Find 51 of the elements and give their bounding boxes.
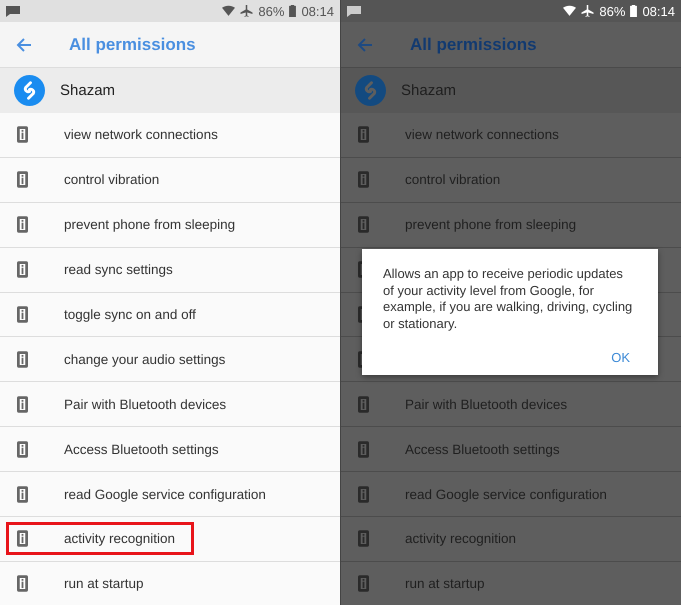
info-icon	[358, 216, 369, 234]
info-icon	[17, 575, 28, 592]
info-icon	[358, 575, 369, 592]
permission-label[interactable]: run at startup	[64, 576, 144, 592]
battery-icon	[630, 5, 638, 17]
clock: 08:14	[642, 4, 675, 18]
info-icon	[17, 171, 28, 188]
app-name: Shazam	[60, 82, 116, 99]
dialog-message: Allows an app to receive periodic updates of your activity level from Google, for example, if you are walking, driving, cycling or stationary.	[383, 266, 634, 332]
info-icon	[17, 440, 28, 458]
permission-label[interactable]: read sync settings	[64, 262, 173, 278]
info-icon	[17, 396, 28, 413]
info-icon	[17, 306, 28, 323]
permission-label[interactable]: Access Bluetooth settings	[64, 442, 219, 457]
page-title: All permissions	[69, 34, 196, 54]
info-icon	[17, 126, 28, 144]
battery-percent: 86%	[258, 4, 284, 18]
ok-button[interactable]: OK	[605, 346, 636, 369]
permission-label[interactable]: view network connections	[64, 127, 218, 142]
info-icon	[17, 216, 28, 234]
info-icon	[17, 530, 28, 548]
battery-percent: 86%	[599, 4, 626, 18]
permission-label[interactable]: read Google service configuration	[64, 486, 266, 502]
info-icon	[358, 171, 369, 188]
app-name: Shazam	[401, 82, 456, 99]
page-title: All permissions	[410, 34, 537, 54]
permission-label[interactable]: change your audio settings	[64, 352, 226, 367]
permission-label[interactable]: Pair with Bluetooth devices	[64, 396, 226, 412]
info-icon	[17, 350, 28, 368]
info-icon	[358, 440, 369, 458]
app-logo-icon	[355, 75, 386, 106]
battery-icon	[289, 5, 296, 17]
notification-icon	[6, 6, 20, 16]
info-icon	[17, 261, 28, 278]
permission-label[interactable]: control vibration	[64, 172, 160, 188]
permission-label[interactable]: toggle sync on and off	[64, 307, 196, 322]
app-logo-icon	[14, 75, 45, 106]
info-icon	[358, 126, 369, 144]
wifi-icon	[563, 5, 576, 17]
airplane-icon	[581, 5, 594, 17]
permission-label[interactable]: prevent phone from sleeping	[64, 217, 236, 232]
info-icon	[358, 486, 369, 503]
info-icon	[358, 396, 369, 413]
wifi-icon	[222, 5, 236, 17]
back-icon[interactable]	[16, 36, 32, 52]
info-icon	[17, 486, 28, 503]
airplane-icon	[240, 5, 254, 17]
clock: 08:14	[301, 4, 334, 18]
notification-icon	[347, 6, 361, 16]
permission-label[interactable]: activity recognition	[64, 531, 176, 546]
info-icon	[358, 530, 369, 548]
